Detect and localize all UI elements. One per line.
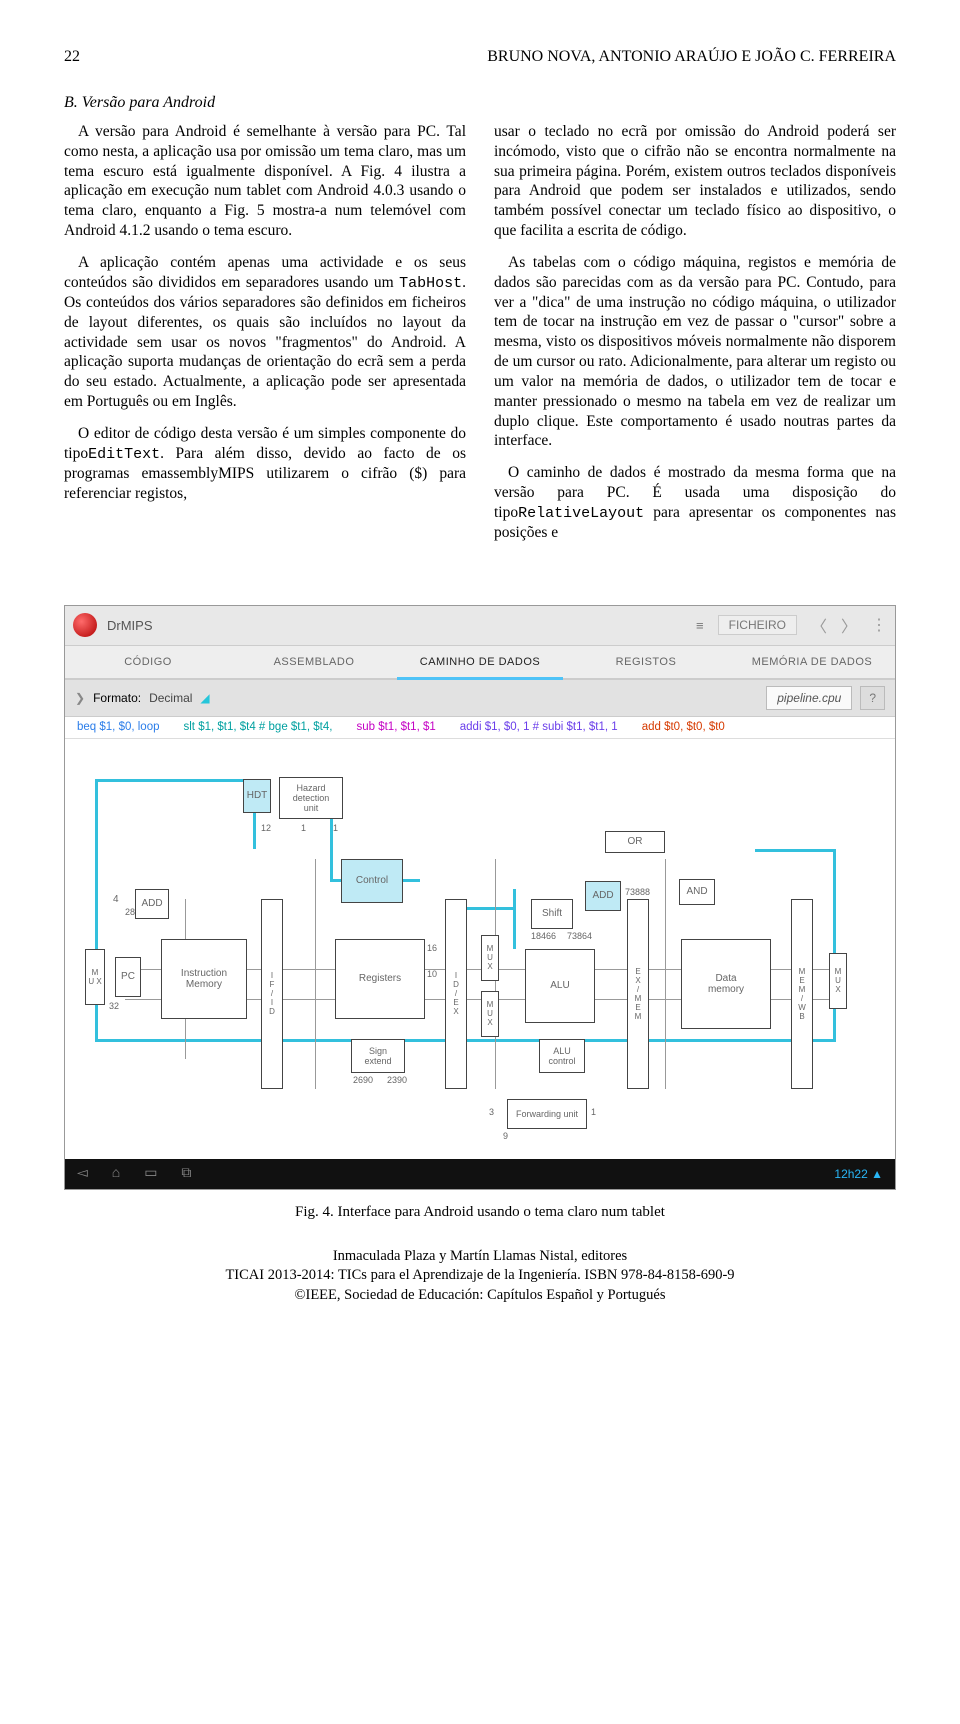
clock: 12h22 ▲ (834, 1167, 883, 1181)
para: O editor de código desta versão é um sim… (64, 424, 466, 504)
instruction-strip: beq $1, $0, loop slt $1, $t1, $t4 # bge … (65, 717, 895, 739)
code-relativelayout: RelativeLayout (518, 505, 644, 522)
code-tabhost: TabHost (399, 275, 462, 292)
block-alu-control: ALU control (539, 1039, 585, 1073)
num-se-r: 2390 (387, 1075, 407, 1085)
tab-bar: CÓDIGO ASSEMBLADO CAMINHO DE DADOS REGIS… (65, 646, 895, 680)
block-mux-ex2: M U X (481, 991, 499, 1037)
datapath-canvas[interactable]: M U X PC ADD 4 28 32 Instruction Memory … (65, 739, 895, 1159)
num-se-l: 2690 (353, 1075, 373, 1085)
block-alu: ALU (525, 949, 595, 1023)
const-10: 10 (427, 969, 437, 979)
nav-prev-icon[interactable]: 〈 (811, 613, 827, 637)
para: usar o teclado no ecrã por omissão do An… (494, 122, 896, 241)
tab-codigo[interactable]: CÓDIGO (65, 646, 231, 678)
format-value[interactable]: Decimal (149, 691, 192, 705)
block-forwarding-unit: Forwarding unit (507, 1099, 587, 1129)
tab-caminho-de-dados[interactable]: CAMINHO DE DADOS (397, 646, 563, 678)
const-9: 9 (503, 1131, 508, 1141)
num-add2: 73888 (625, 887, 650, 897)
instr-wb: add $t0, $t0, $t0 (642, 721, 725, 733)
cpu-file-badge[interactable]: pipeline.cpu (766, 686, 852, 710)
para: A versão para Android é semelhante à ver… (64, 122, 466, 241)
header-authors: BRUNO NOVA, ANTONIO ARAÚJO E JOÃO C. FER… (487, 48, 896, 66)
page-number: 22 (64, 48, 80, 66)
page-footer: Inmaculada Plaza y Martín Llamas Nistal,… (0, 1247, 960, 1326)
home-icon[interactable]: ⌂ (112, 1166, 120, 1182)
block-if-id: I F / I D (261, 899, 283, 1089)
menu-icon[interactable]: ≡ (696, 618, 704, 633)
recents-icon[interactable]: ▭ (144, 1165, 157, 1182)
scroll-right-icon[interactable]: ❯ (75, 691, 85, 705)
const-4: 4 (113, 894, 119, 905)
const-16: 16 (427, 943, 437, 953)
const-3: 3 (489, 1107, 494, 1117)
nav-next-icon[interactable]: 〉 (841, 613, 857, 637)
tab-registos[interactable]: REGISTOS (563, 646, 729, 678)
block-hdt: HDT (243, 779, 271, 813)
num-shift-l: 18466 (531, 931, 556, 941)
tab-memoria-de-dados[interactable]: MEMÓRIA DE DADOS (729, 646, 895, 678)
instr-id: slt $1, $t1, $t4 # bge $t1, $t4, (184, 721, 333, 733)
app-toolbar: DrMIPS ≡ FICHEIRO 〈 〉 ⋮ (65, 606, 895, 646)
format-label: Formato: (93, 691, 141, 705)
para: O caminho de dados é mostrado da mesma f… (494, 463, 896, 543)
block-id-ex: I D / E X (445, 899, 467, 1089)
const-32: 32 (109, 1001, 119, 1011)
android-screenshot: DrMIPS ≡ FICHEIRO 〈 〉 ⋮ CÓDIGO ASSEMBLAD… (64, 605, 896, 1190)
const-1a: 1 (301, 823, 306, 833)
column-left: A versão para Android é semelhante à ver… (64, 122, 466, 555)
block-mem-wb: M E M / W B (791, 899, 813, 1089)
block-registers: Registers (335, 939, 425, 1019)
block-control: Control (341, 859, 403, 903)
section-heading: B. Versão para Android (64, 94, 896, 112)
num-shift-r: 73864 (567, 931, 592, 941)
datapath-subbar: ❯ Formato: Decimal ◢ pipeline.cpu ? (65, 680, 895, 717)
para: As tabelas com o código máquina, registo… (494, 253, 896, 451)
block-sign-extend: Sign extend (351, 1039, 405, 1073)
dropdown-icon[interactable]: ◢ (200, 691, 209, 705)
app-logo-icon (73, 613, 97, 637)
file-button[interactable]: FICHEIRO (718, 615, 797, 635)
code-edittext: EditText (88, 446, 160, 463)
const-1b: 1 (333, 823, 338, 833)
instr-mem: addi $1, $0, 1 # subi $t1, $t1, 1 (460, 721, 618, 733)
block-mux-ex1: M U X (481, 935, 499, 981)
block-add: ADD (135, 889, 169, 919)
app-title: DrMIPS (107, 618, 153, 633)
instr-ex: sub $t1, $t1, $1 (356, 721, 435, 733)
block-hazard-unit: Hazard detection unit (279, 777, 343, 819)
block-instruction-memory: Instruction Memory (161, 939, 247, 1019)
screenshot-icon[interactable]: ⧉ (181, 1166, 191, 1182)
overflow-icon[interactable]: ⋮ (871, 615, 887, 635)
block-shift: Shift (531, 899, 573, 929)
const-12: 12 (261, 823, 271, 833)
figure-caption: Fig. 4. Interface para Android usando o … (0, 1204, 960, 1221)
back-icon[interactable]: ◅ (77, 1165, 88, 1182)
block-data-memory: Data memory (681, 939, 771, 1029)
android-navbar: ◅ ⌂ ▭ ⧉ 12h22 ▲ (65, 1159, 895, 1189)
block-add2: ADD (585, 881, 621, 911)
block-or: OR (605, 831, 665, 853)
block-mux-wb: M U X (829, 953, 847, 1009)
const-28: 28 (125, 907, 135, 917)
help-button[interactable]: ? (860, 686, 885, 710)
tab-assemblado[interactable]: ASSEMBLADO (231, 646, 397, 678)
para: A aplicação contém apenas uma actividade… (64, 253, 466, 412)
instr-if: beq $1, $0, loop (77, 721, 160, 733)
wifi-icon: ▲ (871, 1167, 883, 1181)
block-pc: PC (115, 957, 141, 997)
block-and: AND (679, 879, 715, 905)
column-right: usar o teclado no ecrã por omissão do An… (494, 122, 896, 555)
block-ex-mem: E X / M E M (627, 899, 649, 1089)
const-1c: 1 (591, 1107, 596, 1117)
block-mux: M U X (85, 949, 105, 1005)
